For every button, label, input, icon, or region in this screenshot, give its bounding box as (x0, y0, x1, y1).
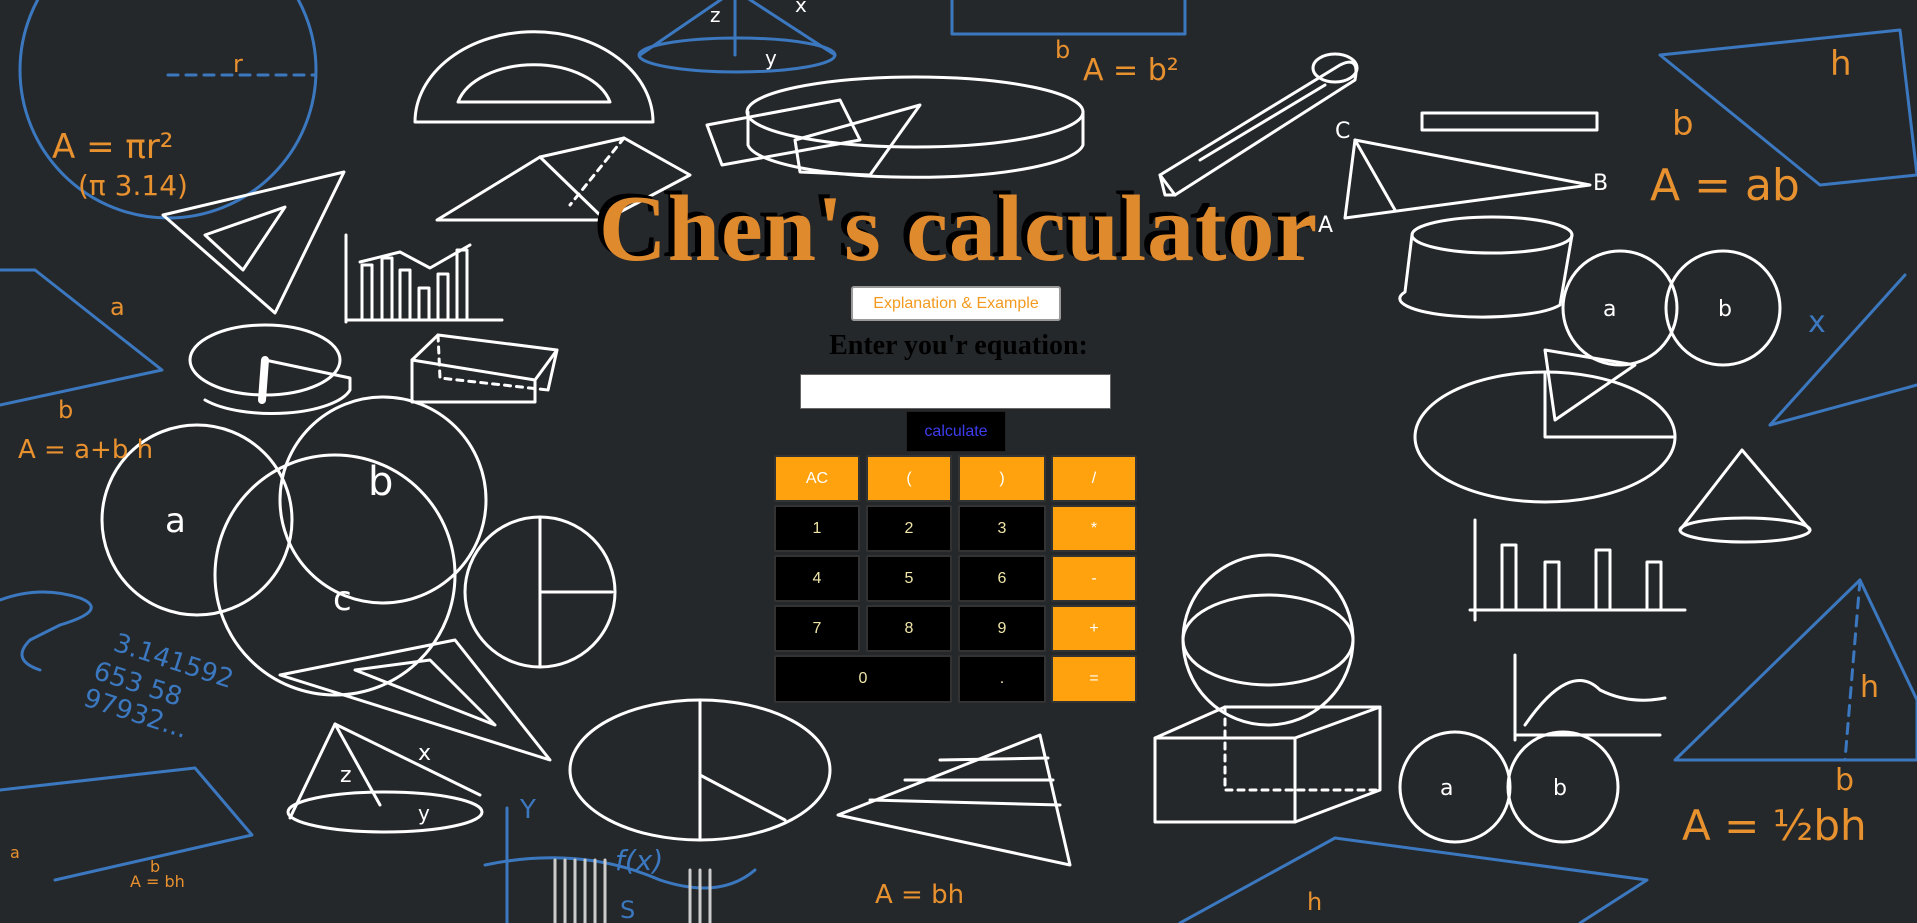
bg-formula: b (150, 857, 160, 876)
minus-button[interactable]: - (1051, 555, 1137, 602)
bg-formula: A = a+b h (18, 435, 153, 465)
bg-formula: a (1440, 776, 1453, 801)
decimal-point-button[interactable]: . (958, 655, 1046, 703)
bg-formula: S (620, 896, 635, 923)
divide-button[interactable]: / (1051, 455, 1137, 502)
digit-4-button[interactable]: 4 (774, 555, 860, 602)
digit-3-button[interactable]: 3 (958, 505, 1046, 552)
calculate-button[interactable]: calculate (906, 411, 1006, 452)
bg-formula: a (110, 293, 125, 321)
close-paren-button[interactable]: ) (958, 455, 1046, 502)
bg-formula: h (1307, 888, 1322, 916)
bg-formula: b (1672, 104, 1694, 144)
bg-formula: b (368, 459, 393, 505)
bg-formula: z (710, 3, 721, 27)
bg-formula: A = bh (875, 880, 964, 910)
bg-formula: z (340, 763, 352, 788)
bg-formula: a (165, 501, 186, 541)
digit-6-button[interactable]: 6 (958, 555, 1046, 602)
digit-8-button[interactable]: 8 (866, 605, 952, 652)
bg-formula: b (1835, 763, 1854, 798)
bg-formula: y (765, 46, 777, 70)
digit-2-button[interactable]: 2 (866, 505, 952, 552)
bg-formula: f(x) (615, 844, 663, 877)
bg-formula: b (1718, 297, 1732, 322)
bg-formula: A = b² (1083, 53, 1179, 88)
plus-button[interactable]: + (1051, 605, 1137, 652)
bg-formula: h (1830, 44, 1852, 84)
digit-1-button[interactable]: 1 (774, 505, 860, 552)
bg-formula: c (333, 579, 352, 619)
bg-formula: C (1335, 119, 1350, 144)
digit-5-button[interactable]: 5 (866, 555, 952, 602)
bg-formula: A = πr² (52, 127, 173, 167)
bg-formula: x (795, 0, 807, 17)
bg-formula: b (58, 396, 73, 424)
explanation-example-button[interactable]: Explanation & Example (851, 286, 1061, 321)
bg-formula: a (1603, 297, 1616, 322)
equation-prompt-label: Enter you'r equation: (829, 330, 1088, 361)
digit-9-button[interactable]: 9 (958, 605, 1046, 652)
digit-7-button[interactable]: 7 (774, 605, 860, 652)
equals-button[interactable]: = (1051, 655, 1137, 703)
bg-formula: h (1860, 670, 1879, 705)
bg-formula: r (233, 50, 243, 78)
open-paren-button[interactable]: ( (866, 455, 952, 502)
bg-formula: y (418, 801, 430, 825)
bg-formula: x (418, 741, 431, 766)
bg-formula: A = ½bh (1682, 801, 1867, 850)
page-title: Chen's calculator (598, 177, 1319, 281)
equation-input[interactable] (800, 374, 1111, 409)
multiply-button[interactable]: * (1051, 505, 1137, 552)
bg-formula: b (1553, 776, 1567, 801)
clear-button[interactable]: AC (774, 455, 860, 502)
bg-formula: Y (519, 795, 536, 825)
bg-formula: a (10, 843, 20, 862)
bg-formula: b (1055, 36, 1070, 64)
digit-0-button[interactable]: 0 (774, 655, 952, 703)
